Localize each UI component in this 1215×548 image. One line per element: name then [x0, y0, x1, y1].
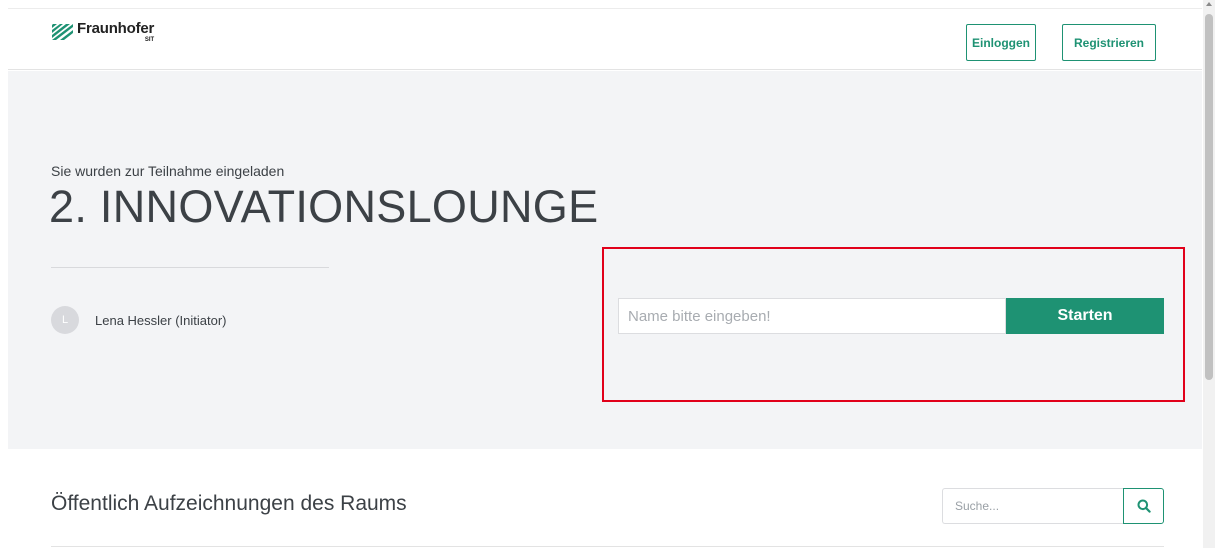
search-icon — [1137, 499, 1151, 513]
name-input[interactable] — [618, 298, 1006, 334]
divider — [51, 267, 329, 268]
avatar: L — [51, 306, 79, 334]
room-title: 2. INNOVATIONSLOUNGE — [49, 181, 599, 232]
start-button[interactable]: Starten — [1006, 298, 1164, 334]
fraunhofer-logo[interactable]: Fraunhofer SIT — [52, 21, 154, 51]
logo-name: Fraunhofer — [77, 20, 155, 37]
recordings-title: Öffentlich Aufzeichnungen des Raums — [51, 492, 407, 515]
fraunhofer-logo-icon — [52, 24, 73, 40]
scroll-up-arrow-icon[interactable] — [1206, 2, 1212, 6]
invite-text: Sie wurden zur Teilnahme eingeladen — [51, 163, 285, 179]
scrollbar-thumb[interactable] — [1205, 14, 1213, 380]
hero-section: Sie wurden zur Teilnahme eingeladen 2. I… — [8, 71, 1202, 449]
owner-name: Lena Hessler (Initiator) — [95, 312, 227, 328]
login-button[interactable]: Einloggen — [966, 24, 1036, 61]
search-button[interactable] — [1123, 488, 1164, 524]
register-button[interactable]: Registrieren — [1062, 24, 1156, 61]
logo-sub: SIT — [144, 37, 155, 43]
room-owner: L Lena Hessler (Initiator) — [51, 306, 227, 334]
header: Fraunhofer SIT Einloggen Registrieren — [8, 8, 1202, 70]
scrollbar[interactable] — [1203, 0, 1215, 548]
page: Fraunhofer SIT Einloggen Registrieren Si… — [0, 0, 1215, 548]
search-input[interactable] — [942, 488, 1123, 524]
recordings-divider — [51, 546, 1164, 547]
